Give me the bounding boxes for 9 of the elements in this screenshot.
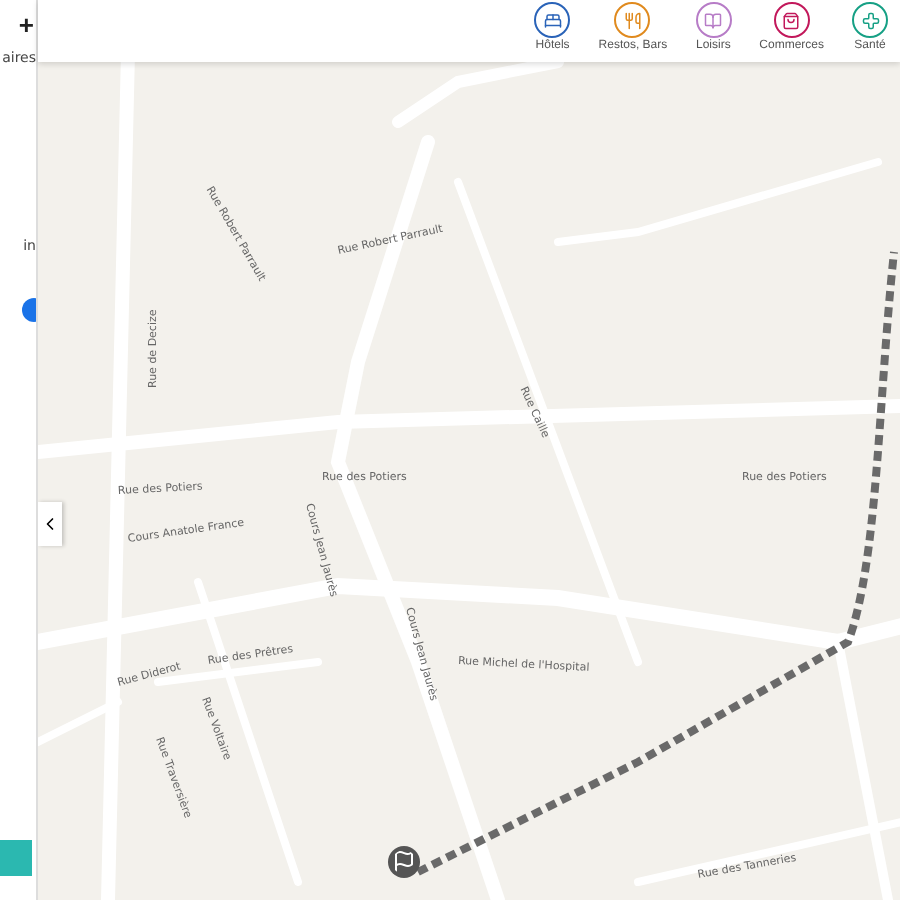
panel-block <box>0 840 32 876</box>
bag-icon <box>782 11 801 29</box>
book-icon <box>704 11 723 29</box>
flag-marker-icon <box>388 846 420 878</box>
fork-icon <box>623 11 642 29</box>
cross-icon <box>861 11 879 29</box>
zoom-in-button[interactable]: + <box>18 12 36 38</box>
bed-icon <box>543 11 562 29</box>
collapse-button[interactable] <box>38 502 62 546</box>
